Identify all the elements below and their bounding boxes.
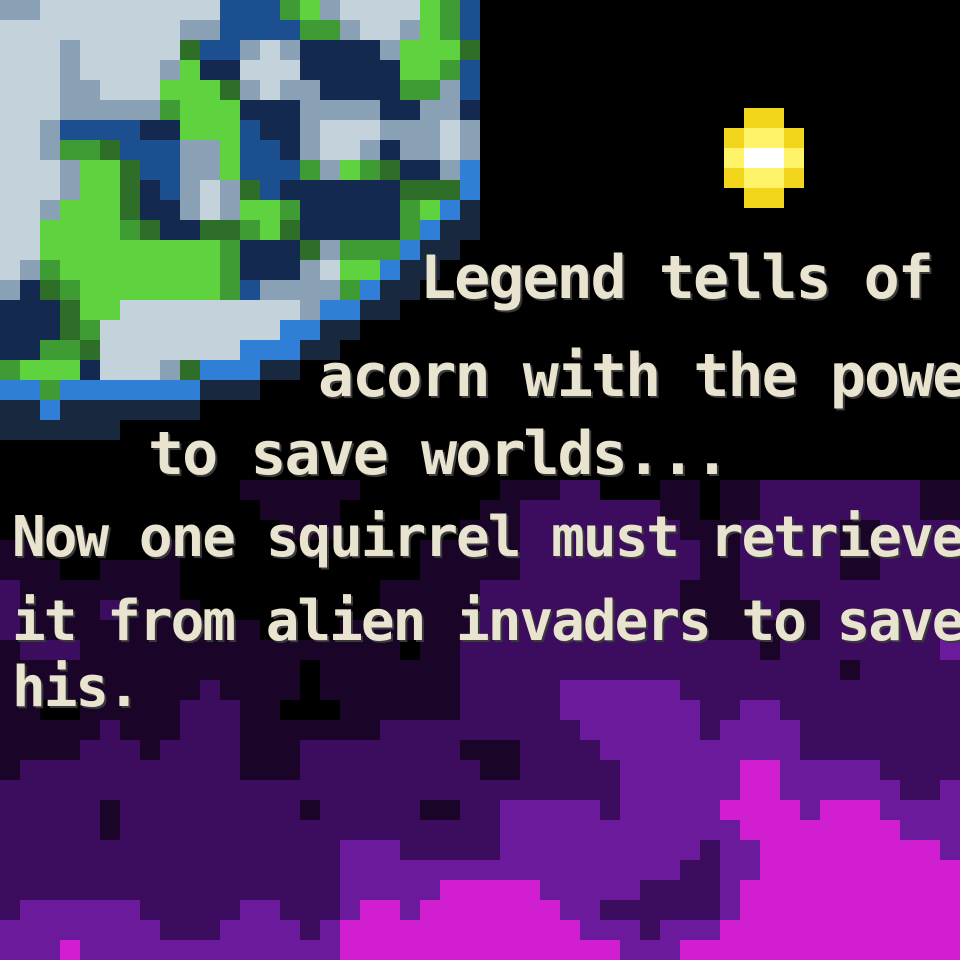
story-line-2: acorn with the power — [318, 341, 960, 411]
intro-cutscene: Legend tells of an acorn with the power … — [0, 0, 960, 960]
story-line-5: it from alien invaders to save — [12, 589, 960, 654]
story-line-4: Now one squirrel must retrieve — [12, 505, 960, 570]
story-line-1: Legend tells of an — [420, 243, 960, 313]
story-line-6: his. — [12, 655, 141, 720]
star-icon — [720, 140, 810, 230]
story-line-3: to save worlds... — [148, 419, 730, 489]
